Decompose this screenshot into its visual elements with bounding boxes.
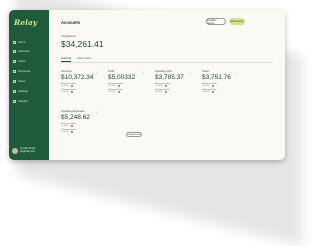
gear-icon [13, 89, 16, 93]
copy-icon[interactable] [70, 125, 73, 127]
user-profile[interactable]: Jennifer Brown jen@relay.com [12, 148, 35, 154]
more-dots-icon[interactable]: ⋮ [142, 70, 145, 74]
account-number: ••••1924 [108, 85, 116, 87]
sidebar-item-taxes[interactable]: Taxes [13, 78, 47, 84]
sidebar-item-label: Payments [18, 69, 31, 73]
main-content: Accounts Transfer money Add money Total … [49, 10, 285, 160]
add-money-button[interactable]: Add money [229, 18, 245, 25]
more-dots-icon[interactable]: ⋮ [95, 110, 98, 114]
account-card[interactable]: ⋮ Operating Ops $3,785.37 Account number… [155, 70, 196, 93]
copy-icon[interactable] [70, 85, 73, 87]
payments-icon [13, 69, 16, 73]
account-balance: $5,00332 [108, 74, 136, 81]
account-number: ••••3982 [155, 85, 163, 87]
app-logo: Relay [14, 18, 38, 27]
page-title: Accounts [61, 20, 81, 25]
total-balance-label: Total Balance [61, 35, 77, 38]
copy-icon[interactable] [117, 91, 120, 93]
home-icon [13, 40, 16, 44]
account-balance: $3,751.76 [202, 74, 231, 81]
more-dots-icon[interactable]: ⋮ [236, 70, 239, 74]
account-card[interactable]: ⋮ Taxes $3,751.76 Account number ••••551… [202, 70, 243, 93]
routing-number: ••••4578 [202, 91, 210, 93]
transfer-money-button[interactable]: Transfer money [206, 18, 226, 25]
sidebar-item-accounts[interactable]: Accounts [13, 48, 47, 54]
account-card[interactable]: ⋮ Operating Expenses $5,248.62 Account n… [61, 110, 102, 133]
more-dots-icon[interactable]: ⋮ [189, 70, 192, 74]
copy-icon[interactable] [211, 85, 214, 87]
sidebar-item-label: Home [18, 40, 26, 44]
copy-icon[interactable] [70, 91, 73, 93]
account-balance: $3,785.37 [155, 74, 184, 81]
tabs-divider [61, 62, 273, 63]
app-window: Relay Home Accounts Cards Payments Taxes… [9, 10, 285, 160]
account-card[interactable]: ⋮ Profit $5,00332 Account number ••••192… [108, 70, 149, 93]
support-icon [13, 99, 16, 103]
add-account-button[interactable]: + Add account [126, 132, 142, 137]
copy-icon[interactable] [164, 85, 167, 87]
sidebar: Relay Home Accounts Cards Payments Taxes… [9, 10, 49, 160]
more-dots-icon[interactable]: ⋮ [95, 70, 98, 74]
sidebar-item-support[interactable]: Support [13, 98, 47, 104]
total-balance-value: $34,261.41 [61, 39, 104, 49]
account-balance: $10,372.34 [61, 74, 94, 81]
accounts-icon [13, 49, 16, 53]
routing-number: ••••4578 [108, 91, 116, 93]
account-balance: $5,248.62 [61, 114, 90, 121]
cards-icon [13, 59, 16, 63]
account-number: ••••6687 [61, 125, 69, 127]
sidebar-item-settings[interactable]: Settings [13, 88, 47, 94]
sidebar-item-home[interactable]: Home [13, 39, 47, 45]
user-email: jen@relay.com [20, 151, 36, 153]
sidebar-item-label: Accounts [18, 49, 30, 53]
sidebar-item-cards[interactable]: Cards [13, 58, 47, 64]
avatar [12, 148, 18, 154]
taxes-icon [13, 79, 16, 83]
copy-icon[interactable] [164, 91, 167, 93]
sidebar-item-label: Cards [18, 59, 26, 63]
sidebar-item-payments[interactable]: Payments [13, 68, 47, 74]
account-number: ••••5510 [202, 85, 210, 87]
sidebar-item-label: Support [18, 99, 28, 103]
routing-number: ••••4578 [61, 91, 69, 93]
routing-number: ••••4578 [61, 131, 69, 133]
copy-icon[interactable] [211, 91, 214, 93]
sidebar-item-label: Settings [18, 89, 29, 93]
routing-number: ••••4578 [155, 91, 163, 93]
account-card[interactable]: ⋮ Accounts $10,372.34 Account number •••… [61, 70, 102, 93]
copy-icon[interactable] [70, 131, 73, 133]
copy-icon[interactable] [117, 85, 120, 87]
account-number: ••••4563 [61, 85, 69, 87]
sidebar-item-label: Taxes [18, 79, 26, 83]
